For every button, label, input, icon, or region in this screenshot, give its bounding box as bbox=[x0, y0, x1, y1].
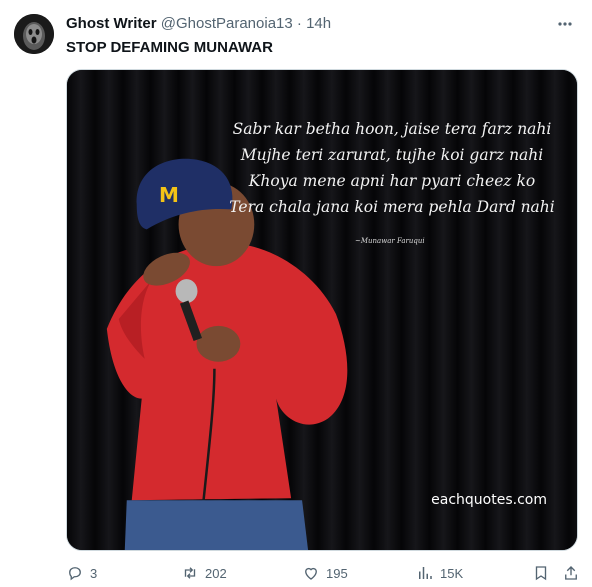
more-icon[interactable] bbox=[554, 14, 576, 34]
reply-button[interactable]: 3 bbox=[66, 562, 97, 584]
avatar-image bbox=[14, 14, 54, 54]
author-name[interactable]: Ghost Writer bbox=[66, 15, 157, 32]
retweet-icon bbox=[184, 567, 196, 579]
watermark: eachquotes.com bbox=[431, 492, 547, 508]
share-icon bbox=[565, 566, 577, 580]
timestamp[interactable]: 14h bbox=[306, 15, 331, 32]
avatar[interactable] bbox=[14, 14, 54, 54]
like-button[interactable]: 195 bbox=[302, 562, 348, 584]
views-icon bbox=[419, 567, 432, 579]
views-count: 15K bbox=[440, 565, 464, 581]
author-handle[interactable]: @GhostParanoia13 bbox=[161, 15, 293, 32]
quote-line: Sabr kar betha hoon, jaise tera farz nah… bbox=[232, 120, 552, 138]
bookmark-button[interactable] bbox=[532, 562, 556, 584]
cap-logo: M bbox=[159, 183, 179, 207]
action-bar: 3 202 195 15K bbox=[66, 562, 582, 584]
like-count: 195 bbox=[326, 565, 348, 581]
reply-count: 3 bbox=[90, 565, 98, 581]
quote-line: Mujhe teri zarurat, tujhe koi garz nahi bbox=[240, 146, 544, 164]
tweet-text: STOP DEFAMING MUNAWAR bbox=[66, 39, 273, 56]
like-icon bbox=[305, 567, 317, 580]
retweet-count: 202 bbox=[205, 565, 227, 581]
share-button[interactable] bbox=[562, 562, 586, 584]
views-button[interactable]: 15K bbox=[416, 562, 463, 584]
quote-line: Tera chala jana koi mera pehla Dard nahi bbox=[229, 198, 555, 216]
tweet-media[interactable]: M Sabr kar betha hoon, jaise tera farz n… bbox=[66, 69, 578, 551]
quote-text: Sabr kar betha hoon, jaise tera farz nah… bbox=[217, 116, 567, 220]
cap-letter: M bbox=[159, 183, 179, 207]
retweet-button[interactable]: 202 bbox=[181, 562, 227, 584]
bookmark-icon bbox=[535, 566, 547, 581]
quote-line: Khoya mene apni har pyari cheez ko bbox=[248, 172, 536, 190]
quote-attribution: ~Munawar Faruqui bbox=[355, 237, 425, 245]
tweet[interactable]: Ghost Writer @GhostParanoia13 · 14h STOP… bbox=[0, 0, 592, 587]
tweet-header: Ghost Writer @GhostParanoia13 · 14h bbox=[66, 14, 582, 34]
separator: · bbox=[296, 15, 302, 32]
reply-icon bbox=[69, 567, 81, 581]
